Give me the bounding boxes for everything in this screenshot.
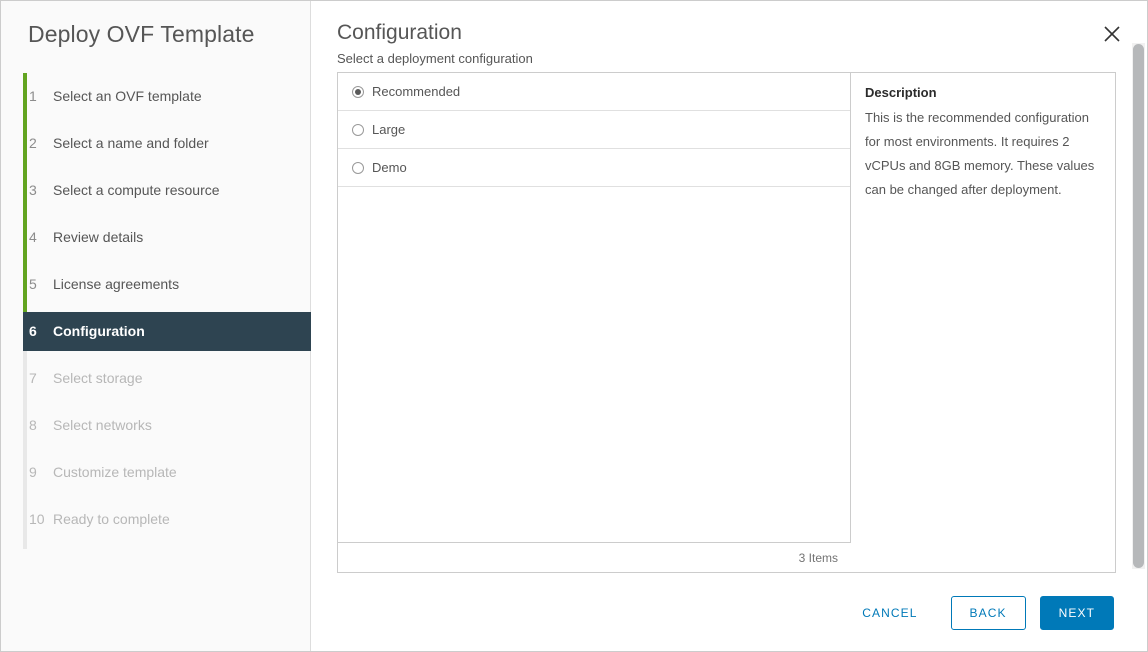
sidebar-step-4[interactable]: 4 Review details <box>23 214 311 261</box>
item-count-footer: 3 Items <box>338 542 852 572</box>
close-icon[interactable] <box>1101 23 1123 45</box>
page-title: Configuration <box>337 21 462 44</box>
scrollbar-thumb[interactable] <box>1133 44 1144 568</box>
deploy-ovf-template-dialog: Deploy OVF Template 1 Select an OVF templ… <box>0 0 1148 652</box>
config-option-label: Recommended <box>372 84 461 99</box>
step-number: 9 <box>29 464 37 480</box>
step-label: Ready to complete <box>53 511 170 527</box>
config-option-demo[interactable]: Demo <box>338 149 850 187</box>
step-label: Configuration <box>53 323 145 339</box>
configuration-option-list: Recommended Large Demo 3 Items <box>337 72 852 573</box>
description-text: This is the recommended configuration fo… <box>865 110 1095 197</box>
step-number: 6 <box>29 323 37 339</box>
sidebar-step-7[interactable]: 7 Select storage <box>23 355 311 402</box>
step-label: License agreements <box>53 276 180 292</box>
sidebar-step-8[interactable]: 8 Select networks <box>23 402 311 449</box>
step-label: Review details <box>53 229 144 245</box>
sidebar-step-2[interactable]: 2 Select a name and folder <box>23 120 311 167</box>
step-label: Select a name and folder <box>53 135 209 151</box>
sidebar-step-9[interactable]: 9 Customize template <box>23 449 311 496</box>
config-option-label: Large <box>372 122 406 137</box>
step-number: 1 <box>29 88 37 104</box>
step-label: Select a compute resource <box>53 182 220 198</box>
cancel-button[interactable]: CANCEL <box>843 596 936 630</box>
configuration-content: Recommended Large Demo 3 Items Descripti… <box>337 72 1116 573</box>
page-subtitle: Select a deployment configuration <box>337 51 533 66</box>
wizard-footer: CANCEL BACK NEXT <box>843 595 1114 631</box>
config-option-label: Demo <box>372 160 407 175</box>
back-button[interactable]: BACK <box>950 596 1026 630</box>
sidebar-step-6-configuration[interactable]: 6 Configuration <box>23 312 311 351</box>
step-number: 10 <box>29 511 45 527</box>
sidebar-step-1[interactable]: 1 Select an OVF template <box>23 73 311 120</box>
description-heading: Description <box>865 85 937 100</box>
step-number: 5 <box>29 276 37 292</box>
radio-icon[interactable] <box>352 124 364 136</box>
sidebar-step-3[interactable]: 3 Select a compute resource <box>23 167 311 214</box>
step-label: Select storage <box>53 370 143 386</box>
step-number: 8 <box>29 417 37 433</box>
next-button[interactable]: NEXT <box>1039 596 1114 630</box>
sidebar-step-10[interactable]: 10 Ready to complete <box>23 496 311 543</box>
radio-icon[interactable] <box>352 86 364 98</box>
step-number: 2 <box>29 135 37 151</box>
wizard-step-list: 1 Select an OVF template 2 Select a name a… <box>23 73 311 549</box>
config-option-recommended[interactable]: Recommended <box>338 73 850 111</box>
step-label: Customize template <box>53 464 177 480</box>
step-number: 7 <box>29 370 37 386</box>
wizard-title: Deploy OVF Template <box>28 21 255 47</box>
sidebar-step-5[interactable]: 5 License agreements <box>23 261 311 308</box>
config-option-large[interactable]: Large <box>338 111 850 149</box>
vertical-scrollbar[interactable] <box>1132 43 1145 569</box>
description-panel: Description This is the recommended conf… <box>851 72 1116 573</box>
step-number: 4 <box>29 229 37 245</box>
step-label: Select an OVF template <box>53 88 202 104</box>
step-label: Select networks <box>53 417 152 433</box>
step-number: 3 <box>29 182 37 198</box>
radio-icon[interactable] <box>352 162 364 174</box>
wizard-sidebar: Deploy OVF Template 1 Select an OVF templ… <box>1 1 311 651</box>
wizard-main-panel: Configuration Select a deployment config… <box>312 1 1147 651</box>
